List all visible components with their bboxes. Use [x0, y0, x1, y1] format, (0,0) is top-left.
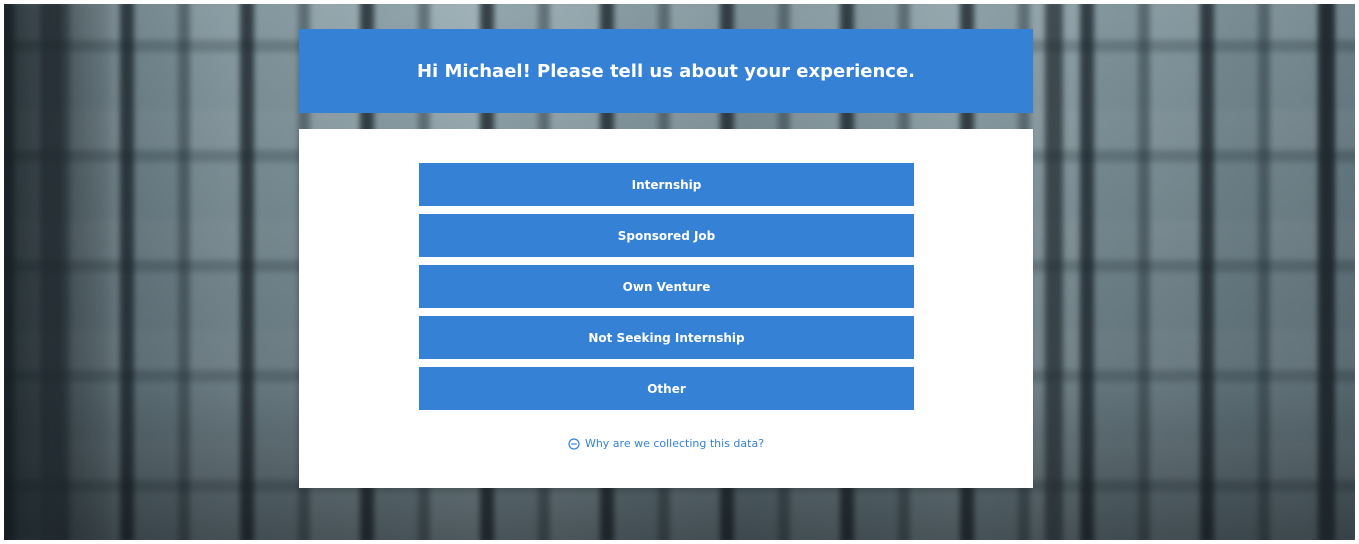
- background-pillar: [40, 0, 62, 544]
- options-list: Internship Sponsored Job Own Venture Not…: [419, 163, 914, 418]
- why-collecting-data-link[interactable]: Why are we collecting this data?: [299, 437, 1033, 450]
- option-internship-button[interactable]: Internship: [419, 163, 914, 206]
- why-collecting-data-label: Why are we collecting this data?: [584, 437, 765, 450]
- options-card: Internship Sponsored Job Own Venture Not…: [299, 129, 1033, 488]
- background-pillar: [1045, 0, 1063, 544]
- option-sponsored-job-button[interactable]: Sponsored Job: [419, 214, 914, 257]
- option-not-seeking-internship-button[interactable]: Not Seeking Internship: [419, 316, 914, 359]
- survey-page: Hi Michael! Please tell us about your ex…: [0, 0, 1359, 544]
- background-pillar: [1318, 0, 1334, 544]
- option-own-venture-button[interactable]: Own Venture: [419, 265, 914, 308]
- survey-header: Hi Michael! Please tell us about your ex…: [299, 29, 1033, 113]
- page-title: Hi Michael! Please tell us about your ex…: [416, 60, 916, 82]
- minus-circle-icon: [568, 437, 580, 450]
- option-other-button[interactable]: Other: [419, 367, 914, 410]
